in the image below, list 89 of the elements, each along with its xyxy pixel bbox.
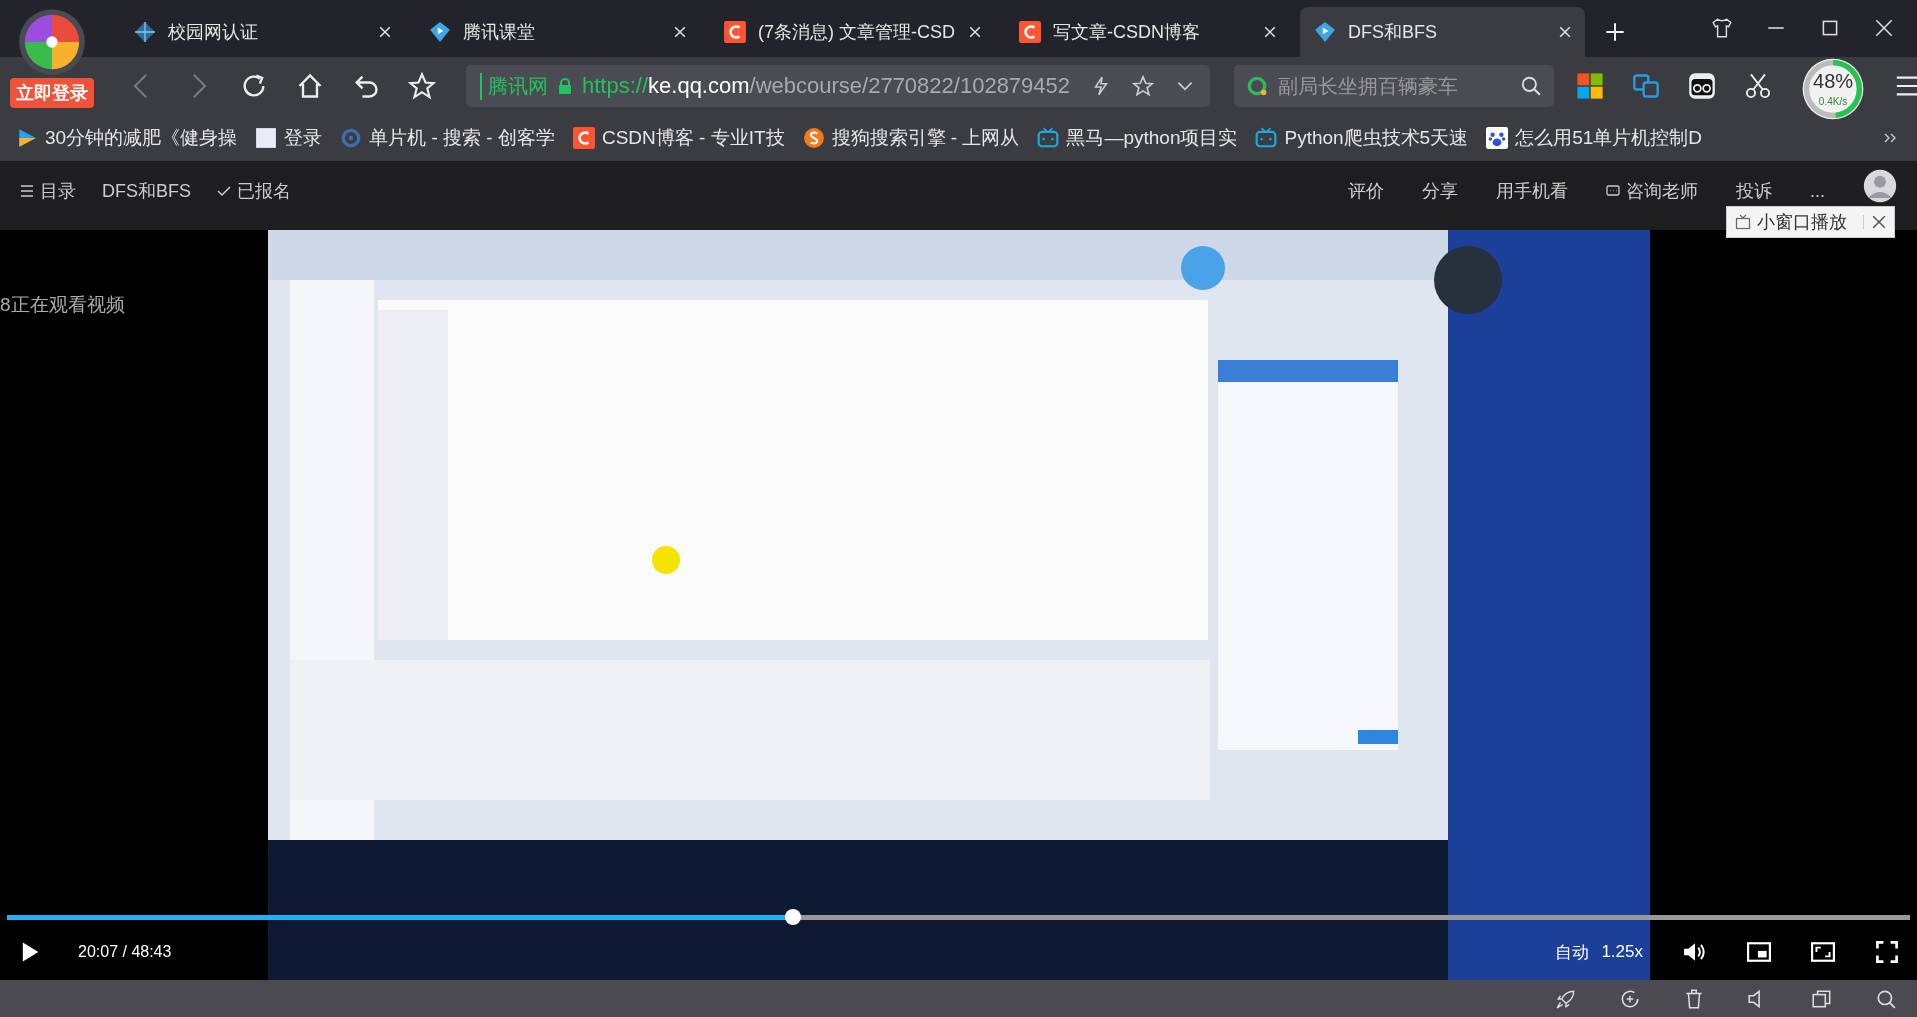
menu-icon — [20, 184, 34, 198]
site-badge: 腾讯网 — [480, 72, 548, 100]
mini-window-label: 小窗口播放 — [1757, 211, 1847, 234]
bookmark-title: 黑马—python项目实 — [1066, 126, 1238, 150]
browser-logo-icon[interactable] — [18, 8, 86, 76]
close-icon[interactable] — [674, 26, 686, 38]
paw-icon — [1486, 127, 1509, 149]
header-action[interactable]: 投诉 — [1736, 179, 1772, 203]
catalog-button[interactable]: 目录 — [20, 179, 76, 203]
tv-icon — [1037, 127, 1060, 149]
close-icon[interactable] — [1264, 26, 1276, 38]
bookmark-title: 怎么用51单片机控制D — [1515, 126, 1703, 150]
bookmark-title: Python爬虫技术5天速 — [1284, 126, 1469, 150]
ring-logo-icon — [1246, 75, 1269, 97]
course-title: DFS和BFS — [102, 180, 191, 203]
login-button[interactable]: 立即登录 — [10, 78, 94, 108]
chat-icon — [1606, 184, 1620, 198]
tab-title: 校园网认证 — [168, 21, 259, 44]
avatar-icon[interactable] — [1863, 169, 1897, 203]
bookmark-title: CSDN博客 - 专业IT技 — [601, 126, 785, 150]
tiles-icon[interactable] — [1576, 72, 1605, 100]
header-action[interactable]: ... — [1810, 180, 1825, 202]
browser-tab[interactable]: (7条消息) 文章管理-CSD — [710, 7, 995, 57]
tab-title: 腾讯课堂 — [463, 21, 536, 44]
header-action[interactable]: 咨询老师 — [1606, 179, 1698, 203]
home-icon[interactable] — [296, 72, 324, 100]
tv-icon — [1255, 127, 1278, 149]
header-action[interactable]: 用手机看 — [1496, 179, 1568, 203]
enrolled-label: 已报名 — [217, 179, 291, 203]
browser-tab[interactable]: 写文章-CSDN博客 — [1005, 7, 1290, 57]
bookmark[interactable]: 单片机 - 搜索 - 创客学 — [340, 125, 555, 151]
header-action[interactable]: 分享 — [1422, 179, 1458, 203]
bookmark[interactable]: Python爬虫技术5天速 — [1255, 125, 1469, 151]
close-icon[interactable] — [1559, 26, 1571, 38]
close-icon[interactable] — [1863, 215, 1886, 229]
close-icon[interactable] — [1873, 17, 1895, 39]
glasses-icon[interactable] — [1688, 72, 1717, 100]
browser-tab[interactable]: DFS和BFS — [1300, 7, 1585, 57]
double-chevron-icon[interactable] — [1883, 131, 1897, 145]
play-diamond-icon — [1314, 21, 1336, 43]
scissors-icon[interactable] — [1744, 72, 1773, 100]
shirt-icon[interactable] — [1711, 17, 1733, 39]
tab-title: 写文章-CSDN博客 — [1053, 21, 1201, 44]
play-icon — [16, 127, 38, 149]
browser-tab[interactable]: 腾讯课堂 — [415, 7, 700, 57]
bookmark-title: 登录 — [284, 126, 323, 150]
close-icon[interactable] — [969, 26, 981, 38]
c-logo-icon — [572, 127, 595, 149]
spiral-icon — [340, 127, 363, 149]
c-logo-icon — [724, 21, 746, 43]
s-logo-icon — [802, 127, 825, 149]
window-fullscreen-icon[interactable] — [1811, 940, 1835, 964]
search-icon[interactable] — [1520, 75, 1543, 97]
header-action[interactable]: 评价 — [1348, 179, 1384, 203]
check-icon — [217, 184, 231, 198]
url-text: https://ke.qq.com/webcourse/2770822/102879452 — [582, 73, 1071, 99]
fullscreen-icon[interactable] — [1875, 940, 1899, 964]
bookmark[interactable]: 怎么用51单片机控制D — [1486, 125, 1703, 151]
bookmark[interactable]: 30分钟的减肥《健身操 — [16, 125, 238, 151]
translate-icon[interactable] — [1632, 72, 1661, 100]
tab-title: DFS和BFS — [1348, 21, 1438, 44]
page-icon — [255, 127, 278, 149]
mini-window-button[interactable]: 小窗口播放 — [1726, 206, 1895, 238]
speed-button[interactable]: 1.25x — [1601, 942, 1643, 962]
star-icon[interactable] — [1132, 75, 1155, 97]
bookmark[interactable]: 搜狗搜索引擎 - 上网从 — [802, 125, 1020, 151]
bookmark-title: 30分钟的减肥《健身操 — [45, 126, 238, 150]
play-diamond-icon — [429, 21, 451, 43]
address-bar[interactable]: 腾讯网 https://ke.qq.com/webcourse/2770822/102879452 — [466, 65, 1211, 107]
quality-button[interactable]: 自动 — [1555, 940, 1590, 964]
diamond-icon — [134, 21, 156, 43]
viewers-count: 8正在观看视频 — [0, 293, 125, 317]
trash-icon[interactable] — [1683, 987, 1705, 1010]
search-field[interactable]: 副局长坐拥百辆豪车 — [1276, 73, 1513, 99]
bookmark[interactable]: 黑马—python项目实 — [1037, 125, 1238, 151]
new-tab-icon[interactable] — [1605, 22, 1625, 42]
bookmark[interactable]: 登录 — [255, 125, 323, 151]
picture-in-picture-icon[interactable] — [1747, 940, 1771, 964]
browser-tab[interactable]: 校园网认证 — [120, 7, 405, 57]
tab-title: (7条消息) 文章管理-CSD — [758, 21, 956, 44]
bookmark-title: 单片机 - 搜索 - 创客学 — [369, 126, 555, 150]
bookmark-title: 搜狗搜索引擎 - 上网从 — [831, 126, 1020, 150]
tv-icon — [1735, 214, 1751, 230]
bookmark[interactable]: CSDN博客 - 专业IT技 — [572, 125, 785, 151]
lock-icon — [558, 78, 572, 94]
playback-time: 20:07 / 48:43 — [78, 943, 172, 961]
search-bar[interactable]: 副局长坐拥百辆豪车 — [1234, 65, 1555, 107]
close-icon[interactable] — [379, 26, 391, 38]
c-logo-icon — [1019, 21, 1041, 43]
